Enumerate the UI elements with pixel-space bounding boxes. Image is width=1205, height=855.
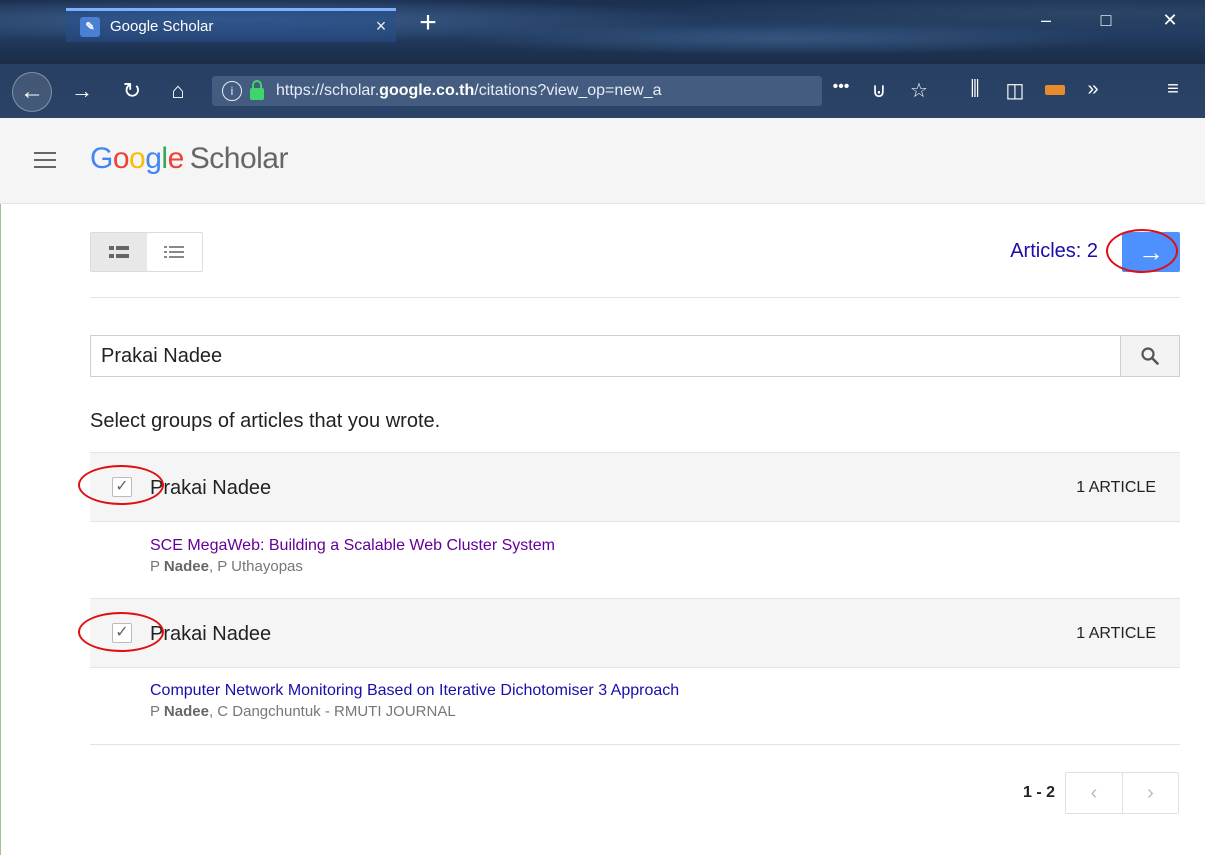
url-bar[interactable]: i https://scholar.google.co.th/citations… bbox=[212, 76, 822, 106]
annotation-circle bbox=[78, 465, 164, 505]
browser-titlebar: ✎ Google Scholar × + – □ ✕ bbox=[0, 0, 1205, 64]
search-icon bbox=[1141, 347, 1159, 365]
article-item: Computer Network Monitoring Based on Ite… bbox=[150, 682, 1150, 720]
author-group-header[interactable]: ✓ Prakai Nadee 1 ARTICLE bbox=[90, 452, 1180, 522]
group-article-count: 1 ARTICLE bbox=[1076, 479, 1156, 496]
author-search bbox=[90, 335, 1180, 377]
search-button[interactable] bbox=[1120, 335, 1180, 377]
grouped-view-icon[interactable] bbox=[91, 233, 147, 271]
tab-close-icon[interactable]: × bbox=[366, 16, 396, 37]
logo-google: Google bbox=[90, 142, 184, 175]
page-buttons: ‹ › bbox=[1065, 772, 1179, 814]
prev-page-icon[interactable]: ‹ bbox=[1066, 773, 1122, 813]
close-window-button[interactable]: ✕ bbox=[1150, 10, 1190, 31]
articles-count: Articles: 2 bbox=[1010, 240, 1098, 262]
page-range: 1 - 2 bbox=[1022, 784, 1055, 801]
article-title-link[interactable]: Computer Network Monitoring Based on Ite… bbox=[150, 682, 1150, 700]
scholar-header: Google Scholar bbox=[0, 118, 1205, 204]
library-icon[interactable]: ⫼ bbox=[960, 78, 990, 101]
sidebar-icon[interactable]: ◫ bbox=[1000, 78, 1030, 103]
google-scholar-logo[interactable]: Google Scholar bbox=[90, 142, 288, 176]
logo-product: Scholar bbox=[189, 142, 289, 175]
page-actions-icon[interactable]: ••• bbox=[826, 78, 856, 96]
new-tab-button[interactable]: + bbox=[410, 8, 446, 42]
hamburger-menu-icon[interactable]: ≡ bbox=[1158, 78, 1188, 101]
browser-navbar: ← → ↻ ⌂ i https://scholar.google.co.th/c… bbox=[0, 64, 1205, 118]
group-article-count: 1 ARTICLE bbox=[1076, 625, 1156, 642]
back-arrow-icon[interactable]: ← bbox=[12, 72, 52, 112]
lock-icon bbox=[250, 79, 264, 100]
group-name: Prakai Nadee bbox=[150, 623, 272, 645]
pocket-icon[interactable]: ⊍ bbox=[864, 78, 894, 103]
tab-title: Google Scholar bbox=[110, 18, 214, 35]
list-divider bbox=[90, 744, 1180, 745]
bookmark-star-icon[interactable]: ☆ bbox=[904, 78, 934, 103]
menu-icon[interactable] bbox=[34, 152, 56, 168]
articles-toolbar: Articles: 2 → bbox=[90, 232, 1180, 298]
view-toggle bbox=[90, 232, 203, 272]
group-name: Prakai Nadee bbox=[150, 477, 272, 499]
maximize-button[interactable]: □ bbox=[1086, 10, 1126, 31]
browser-tab[interactable]: ✎ Google Scholar × bbox=[66, 8, 396, 42]
home-icon[interactable]: ⌂ bbox=[164, 78, 192, 104]
article-item: SCE MegaWeb: Building a Scalable Web Clu… bbox=[150, 537, 1150, 575]
extension-icon[interactable] bbox=[1040, 78, 1070, 101]
author-group-header[interactable]: ✓ Prakai Nadee 1 ARTICLE bbox=[90, 598, 1180, 668]
article-title-link[interactable]: SCE MegaWeb: Building a Scalable Web Clu… bbox=[150, 537, 1150, 555]
annotation-circle bbox=[78, 612, 164, 652]
url-text: https://scholar.google.co.th/citations?v… bbox=[276, 82, 662, 99]
forward-arrow-icon[interactable]: → bbox=[68, 78, 96, 104]
annotation-circle bbox=[1106, 229, 1178, 273]
reload-icon[interactable]: ↻ bbox=[118, 78, 146, 104]
minimize-button[interactable]: – bbox=[1026, 10, 1066, 31]
page-left-border bbox=[0, 118, 1, 855]
selection-prompt: Select groups of articles that you wrote… bbox=[90, 410, 441, 432]
next-page-icon[interactable]: › bbox=[1122, 773, 1178, 813]
info-icon[interactable]: i bbox=[222, 81, 242, 101]
scholar-favicon-icon: ✎ bbox=[80, 16, 100, 37]
article-authors: P Nadee, C Dangchuntuk - RMUTI JOURNAL bbox=[150, 703, 456, 720]
list-view-icon[interactable] bbox=[147, 233, 203, 271]
author-search-input[interactable] bbox=[90, 335, 1121, 377]
pagination: 1 - 2 ‹ › bbox=[1023, 772, 1179, 814]
overflow-chevron-icon[interactable]: » bbox=[1078, 78, 1108, 101]
article-authors: P Nadee, P Uthayopas bbox=[150, 558, 303, 575]
